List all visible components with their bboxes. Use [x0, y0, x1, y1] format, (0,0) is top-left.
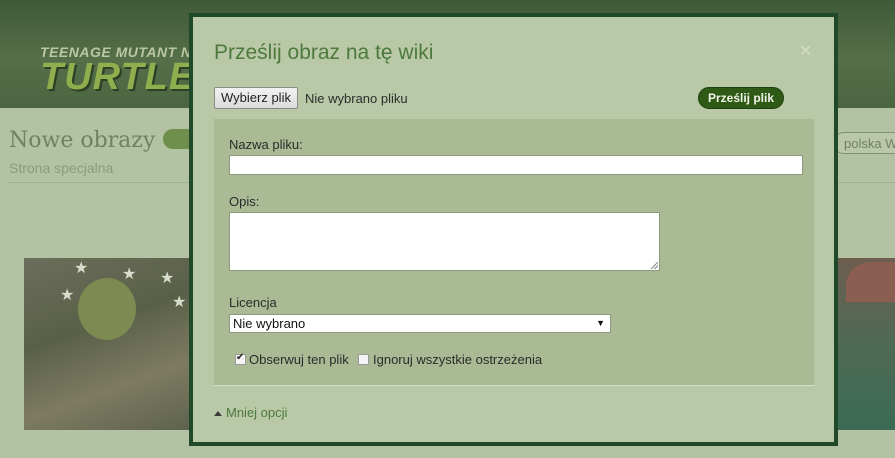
upload-options-panel: Nazwa pliku: Opis: Licencja Nie wybrano …: [214, 119, 814, 386]
ignore-warnings-checkbox[interactable]: [358, 354, 369, 365]
thumbnail-character: [846, 262, 895, 302]
ignore-warnings-label: Ignoruj wszystkie ostrzeżenia: [373, 352, 543, 367]
star-decoration-icon: ★: [172, 294, 187, 311]
dropdown-arrow-icon: ▼: [596, 318, 605, 328]
thumbnail-character: [78, 278, 136, 340]
upload-modal: Prześlij obraz na tę wiki ✕ Wybierz plik…: [189, 13, 838, 446]
close-icon[interactable]: ✕: [799, 41, 812, 61]
choose-file-button[interactable]: Wybierz plik: [214, 87, 298, 109]
triangle-up-icon: [214, 411, 222, 416]
page-title: Nowe obrazy: [9, 128, 156, 153]
filename-label: Nazwa pliku:: [229, 137, 303, 152]
filename-field[interactable]: [229, 155, 803, 175]
license-label: Licencja: [229, 295, 277, 310]
resize-grip-icon[interactable]: [651, 262, 658, 269]
description-label: Opis:: [229, 194, 260, 209]
star-decoration-icon: ★: [122, 266, 137, 283]
language-pill: polska Wiki: [833, 132, 895, 154]
star-decoration-icon: ★: [74, 260, 89, 277]
less-options-link[interactable]: Mniej opcji: [214, 405, 287, 420]
license-selected-value: Nie wybrano: [233, 316, 306, 331]
star-decoration-icon: ★: [160, 270, 175, 287]
upload-file-button[interactable]: Prześlij plik: [698, 87, 784, 109]
description-field[interactable]: [229, 212, 660, 271]
watch-file-label: Obserwuj ten plik: [249, 352, 349, 367]
watch-file-checkbox[interactable]: [235, 352, 246, 365]
page-subtitle: Strona specjalna: [9, 160, 114, 176]
star-decoration-icon: ★: [60, 287, 75, 304]
modal-title: Prześlij obraz na tę wiki: [214, 41, 434, 64]
less-options-label: Mniej opcji: [226, 405, 288, 420]
license-select[interactable]: Nie wybrano ▼: [229, 314, 611, 333]
file-status: Nie wybrano pliku: [305, 91, 408, 106]
